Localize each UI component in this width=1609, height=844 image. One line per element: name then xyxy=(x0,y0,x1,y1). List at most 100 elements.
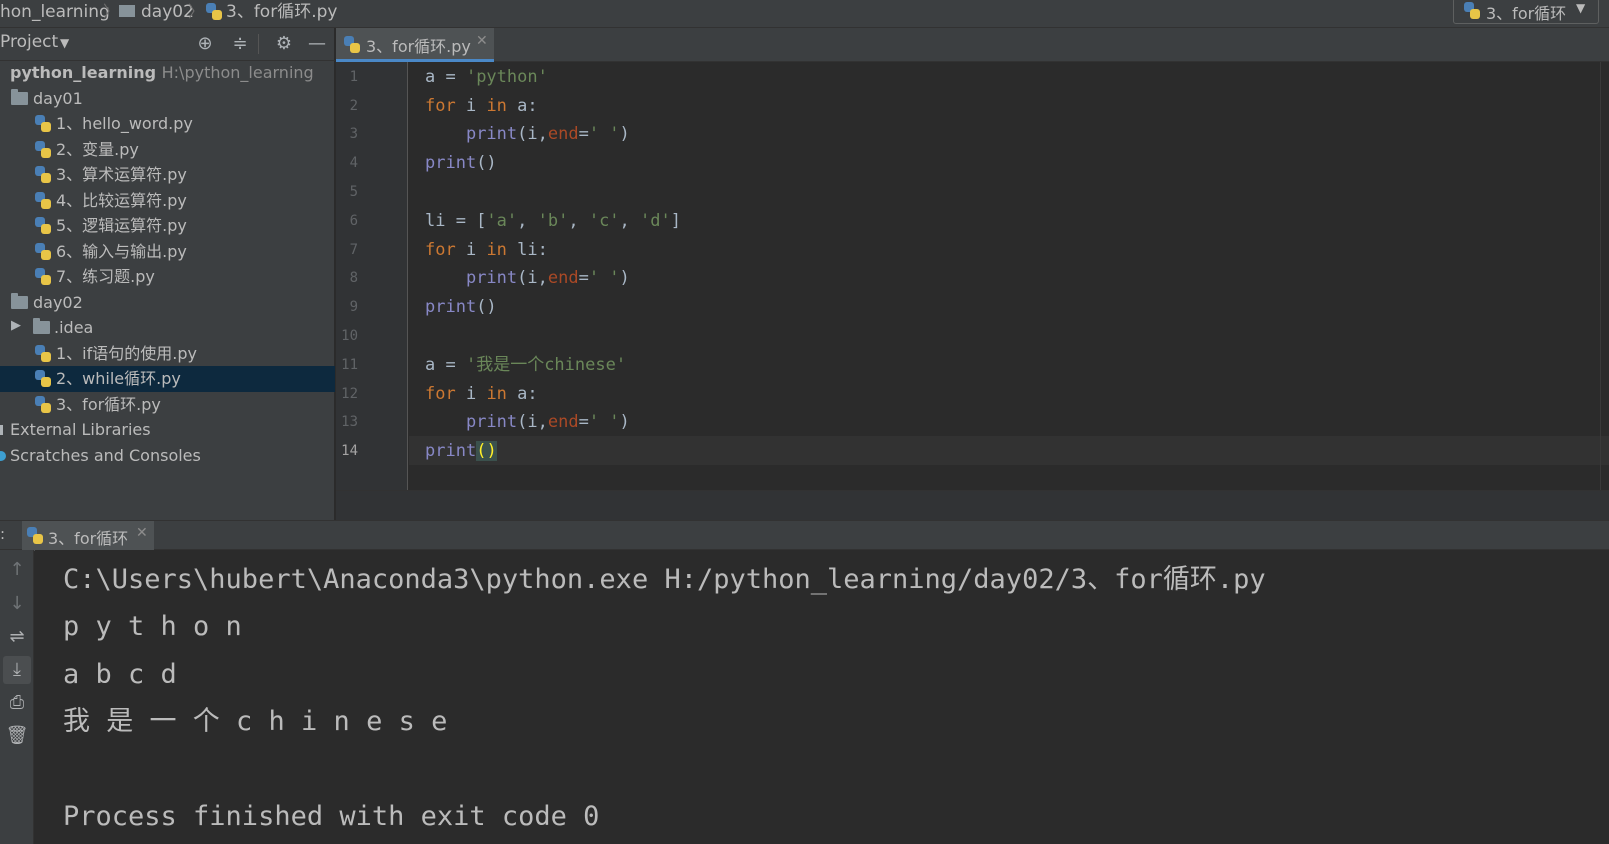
code-line: print(i,end=' ') xyxy=(465,268,630,288)
tree-item-external-libraries[interactable]: External Libraries xyxy=(0,417,335,443)
run-panel-tabs: : 3、for循环 ✕ xyxy=(0,520,1609,551)
scroll-to-end-icon[interactable]: ⤓ xyxy=(3,656,31,684)
console-line: C:\Users\hubert\Anaconda3\python.exe H:/… xyxy=(63,564,1266,595)
expand-arrow-icon[interactable]: ▶ xyxy=(11,318,21,333)
tree-item-label: day01 xyxy=(33,89,83,108)
console-line: p y t h o n xyxy=(63,611,242,642)
gear-icon[interactable]: ⚙ xyxy=(272,32,296,56)
code-editor[interactable]: a = 'python' for i in a: print(i,end=' '… xyxy=(409,62,1609,490)
arrow-down-icon[interactable]: ↓ xyxy=(3,590,31,618)
line-number: 3 xyxy=(349,126,358,142)
code-line: for i in a: xyxy=(425,384,538,404)
line-number: 7 xyxy=(349,242,358,258)
line-number-current: 14 xyxy=(341,443,358,459)
soft-wrap-icon[interactable]: ⇌ xyxy=(3,623,31,651)
line-number: 11 xyxy=(341,357,358,373)
tree-item-folder[interactable]: day01 xyxy=(0,86,335,112)
chevron-down-icon: ▼ xyxy=(1576,1,1586,15)
run-panel-title-fragment: : xyxy=(0,525,6,543)
python-file-icon xyxy=(35,268,51,285)
tree-item-label: 1、if语句的使用.py xyxy=(56,344,197,363)
tree-item-label: .idea xyxy=(54,318,94,337)
editor-tabs: 3、for循环.py ✕ xyxy=(336,28,1609,62)
close-icon[interactable]: ✕ xyxy=(136,525,148,541)
line-number: 1 xyxy=(349,69,358,85)
console-line: 我 是 一 个 c h i n e s e xyxy=(63,706,448,737)
python-file-icon xyxy=(35,141,51,158)
scratches-icon xyxy=(0,451,6,461)
code-line: print(i,end=' ') xyxy=(465,124,630,144)
python-file-icon xyxy=(344,36,360,53)
tree-item-file[interactable]: 2、变量.py xyxy=(0,137,335,163)
tree-item-file[interactable]: 4、比较运算符.py xyxy=(0,188,335,214)
line-number-gutter: 1 2 3 4 5 6 7 8 9 10 11 12 13 14 xyxy=(336,62,408,490)
code-line: print() xyxy=(425,297,497,317)
arrow-up-icon[interactable]: ↑ xyxy=(3,556,31,584)
run-config-selector[interactable]: 3、for循环 ▼ xyxy=(1453,0,1599,24)
line-number: 4 xyxy=(349,155,358,171)
right-margin-guide xyxy=(1600,62,1601,490)
line-number: 12 xyxy=(341,386,358,402)
tree-item-root[interactable]: python_learning H:\python_learning xyxy=(0,60,335,86)
console-line: a b c d xyxy=(63,659,177,690)
close-icon[interactable]: ✕ xyxy=(476,33,488,49)
breadcrumb-project[interactable]: hon_learning xyxy=(0,0,110,28)
folder-icon xyxy=(11,293,28,309)
tree-item-file[interactable]: 3、算术运算符.py xyxy=(0,162,335,188)
line-number: 10 xyxy=(341,328,358,344)
tree-item-label: 3、for循环.py xyxy=(56,395,161,414)
tab-for-loop[interactable]: 3、for循环.py ✕ xyxy=(336,28,494,62)
line-number: 5 xyxy=(349,184,358,200)
code-line: print() xyxy=(425,153,497,173)
line-number: 9 xyxy=(349,299,358,315)
trash-icon[interactable]: 🗑 xyxy=(3,722,31,750)
line-number: 2 xyxy=(349,98,358,114)
tree-item-label: 7、练习题.py xyxy=(56,267,155,286)
run-tab-for-loop[interactable]: 3、for循环 ✕ xyxy=(22,521,154,551)
tree-item-file[interactable]: 5、逻辑运算符.py xyxy=(0,213,335,239)
tree-item-folder[interactable]: ▶ .idea xyxy=(0,315,335,341)
tree-item-label: 5、逻辑运算符.py xyxy=(56,216,187,235)
minimize-icon[interactable]: — xyxy=(305,32,329,56)
project-view-selector[interactable]: Project xyxy=(0,32,58,52)
tab-label: 3、for循环.py xyxy=(366,37,471,56)
tree-item-file[interactable]: 6、输入与输出.py xyxy=(0,239,335,265)
tree-item-label: 2、变量.py xyxy=(56,140,139,159)
locate-icon[interactable]: ⊕ xyxy=(193,32,217,56)
python-file-icon xyxy=(35,396,51,413)
chevron-right-icon: 〉 xyxy=(188,2,205,21)
tree-item-label: External Libraries xyxy=(10,420,151,439)
tree-item-file[interactable]: 3、for循环.py xyxy=(0,392,335,418)
collapse-all-icon[interactable]: ≑ xyxy=(228,32,252,56)
tree-item-file[interactable]: 7、练习题.py xyxy=(0,264,335,290)
run-toolbar: ↑ ↓ ⇌ ⤓ ⎙ 🗑 xyxy=(0,550,34,844)
folder-icon xyxy=(119,5,135,17)
code-line: a = '我是一个chinese' xyxy=(425,355,627,375)
tree-item-file-selected[interactable]: 2、while循环.py xyxy=(0,366,335,392)
line-number: 6 xyxy=(349,213,358,229)
code-line: li = ['a', 'b', 'c', 'd'] xyxy=(425,211,681,231)
tree-item-file[interactable]: 1、hello_word.py xyxy=(0,111,335,137)
chevron-down-icon[interactable]: ▼ xyxy=(60,36,69,50)
python-run-icon xyxy=(1464,2,1480,19)
python-file-icon xyxy=(35,217,51,234)
python-file-icon xyxy=(206,3,222,20)
tree-item-file[interactable]: 1、if语句的使用.py xyxy=(0,341,335,367)
python-file-icon xyxy=(35,370,51,387)
toolbar-divider xyxy=(258,34,259,54)
code-line: print(i,end=' ') xyxy=(465,412,630,432)
chevron-right-icon: 〉 xyxy=(103,2,120,21)
tree-item-scratches[interactable]: Scratches and Consoles xyxy=(0,443,335,469)
line-number: 8 xyxy=(349,270,358,286)
breadcrumb-file[interactable]: 3、for循环.py xyxy=(226,0,337,28)
code-line: for i in a: xyxy=(425,96,538,116)
line-number: 13 xyxy=(341,414,358,430)
code-line: for i in li: xyxy=(425,240,548,260)
breadcrumb-folder[interactable]: day02 xyxy=(141,0,194,28)
console-output[interactable]: C:\Users\hubert\Anaconda3\python.exe H:/… xyxy=(35,550,1609,844)
print-icon[interactable]: ⎙ xyxy=(3,689,31,717)
project-root-path: H:\python_learning xyxy=(161,63,314,82)
tree-item-label: 4、比较运算符.py xyxy=(56,191,187,210)
tree-item-label: Scratches and Consoles xyxy=(10,446,201,465)
tree-item-folder[interactable]: day02 xyxy=(0,290,335,316)
